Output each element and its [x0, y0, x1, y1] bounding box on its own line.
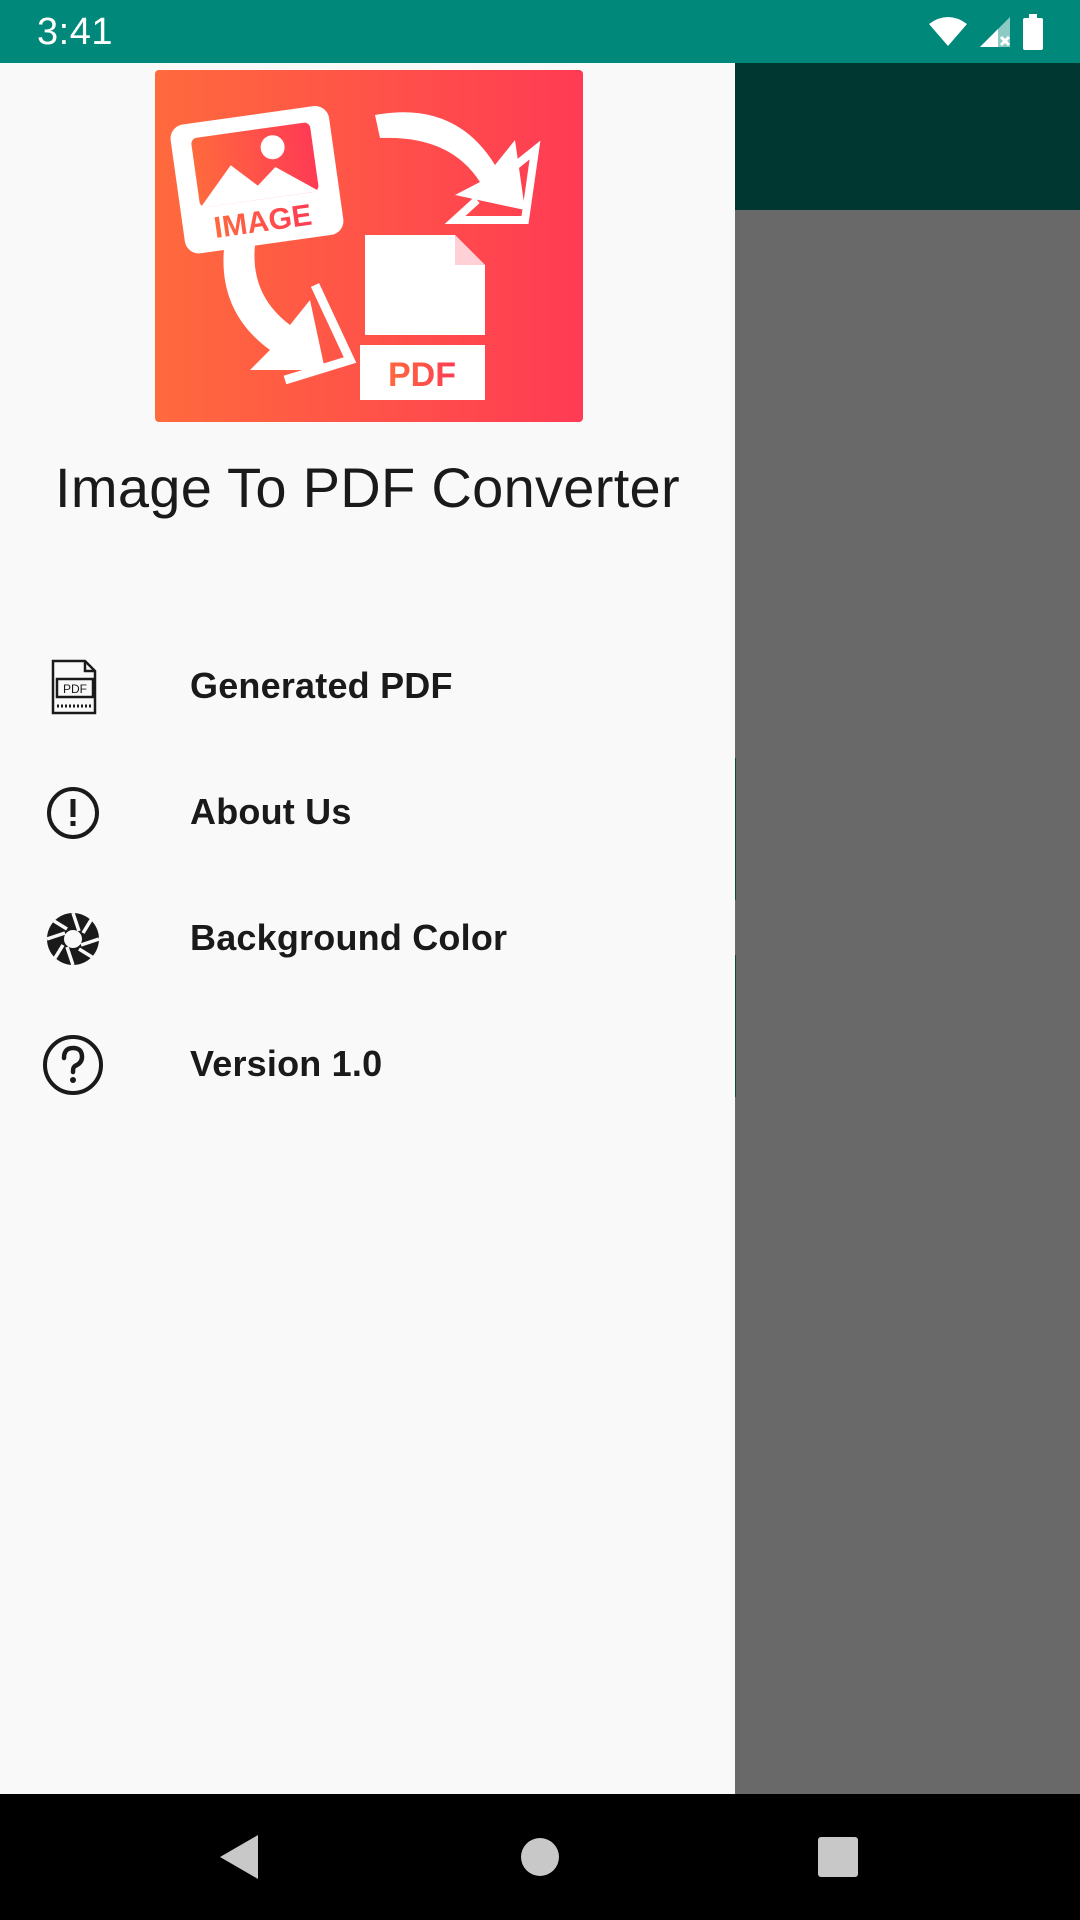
menu-item-about-us[interactable]: About Us [0, 754, 735, 874]
menu-item-label: Version 1.0 [190, 1043, 383, 1084]
logo-pdf-label: PDF [388, 356, 456, 394]
app-title: Image To PDF Converter [55, 456, 680, 519]
system-nav-bar [0, 1794, 1080, 1920]
svg-text:PDF: PDF [63, 682, 87, 696]
aperture-icon [46, 912, 100, 966]
navigation-drawer: IMAGE PDF Image To PDF Converter PDF Gen… [0, 63, 735, 1794]
back-icon[interactable] [206, 1824, 272, 1890]
menu-item-label: Background Color [190, 917, 508, 958]
status-time: 3:41 [37, 11, 113, 53]
menu-item-label: Generated PDF [190, 665, 453, 706]
pdf-file-icon: PDF [51, 659, 97, 715]
app-logo: IMAGE PDF [155, 70, 583, 422]
menu-item-generated-pdf[interactable]: PDF Generated PDF [0, 628, 735, 748]
help-circle-icon [43, 1035, 103, 1095]
menu-item-version[interactable]: Version 1.0 [0, 1006, 735, 1126]
status-bar: 3:41 [0, 0, 1080, 63]
cellular-no-signal-icon [980, 17, 1011, 47]
battery-icon [1023, 14, 1043, 50]
menu-item-background-color[interactable]: Background Color [0, 880, 735, 1000]
recents-icon[interactable] [805, 1824, 871, 1890]
status-icons [928, 12, 1044, 52]
info-circle-icon [47, 787, 99, 839]
menu-item-label: About Us [190, 791, 352, 832]
wifi-icon [929, 17, 967, 46]
home-icon[interactable] [507, 1824, 573, 1890]
